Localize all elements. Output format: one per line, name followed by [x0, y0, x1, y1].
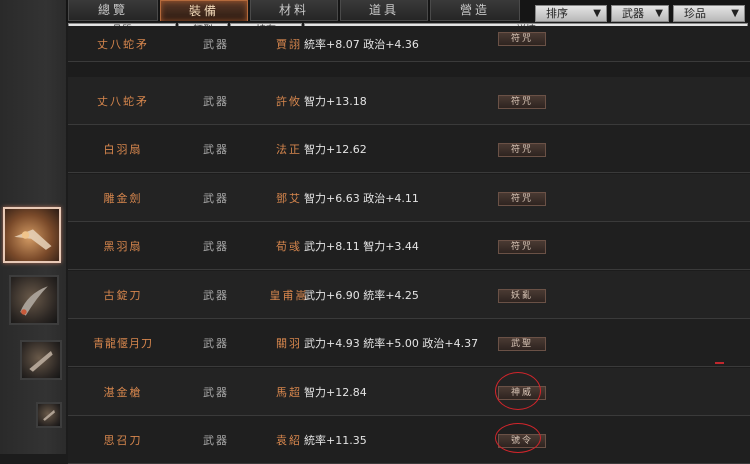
item-detail: 武力+6.90 統率+4.25 [304, 288, 419, 302]
item-detail: 統率+11.35 [304, 433, 367, 447]
blade-icon [29, 351, 53, 372]
item-type: 武器 [203, 94, 229, 108]
table-row[interactable]: 古錠刀 武器 皇甫嵩 武力+6.90 統率+4.25 妖亂 [68, 271, 750, 319]
rarity-filter-label: 珍品 [684, 7, 706, 20]
curved-blade-icon [20, 286, 48, 316]
tab-overview[interactable]: 總覽 [68, 0, 158, 21]
item-type: 武器 [203, 191, 229, 205]
table-row[interactable]: 白羽扇 武器 法正 智力+12.62 符咒 [68, 125, 750, 173]
annotation-mark [715, 362, 724, 364]
highlight-circle [495, 372, 541, 410]
tab-items[interactable]: 道具 [340, 0, 428, 21]
highlight-circle [495, 423, 541, 453]
item-type: 武器 [203, 385, 229, 399]
item-skill-badge: 符咒 [498, 192, 546, 206]
item-detail: 智力+12.62 [304, 142, 367, 156]
item-thumbnail[interactable] [20, 340, 62, 380]
item-name: 丈八蛇矛 [97, 37, 149, 51]
item-skill-badge: 符咒 [498, 143, 546, 157]
item-type: 武器 [203, 336, 229, 350]
chevron-down-icon: ▼ [593, 8, 601, 19]
item-name: 黑羽扇 [103, 239, 143, 253]
item-type: 武器 [203, 239, 229, 253]
item-detail: 武力+8.11 智力+3.44 [304, 239, 419, 253]
chevron-down-icon: ▼ [731, 8, 739, 19]
table-row[interactable]: 雕金劍 武器 鄧艾 智力+6.63 政治+4.11 符咒 [68, 174, 750, 222]
item-name: 湛金槍 [103, 385, 143, 399]
item-detail: 統率+8.07 政治+4.36 [304, 37, 419, 51]
table-row[interactable]: 湛金槍 武器 馬超 智力+12.84 神威 [68, 368, 750, 416]
item-detail: 智力+12.84 [304, 385, 367, 399]
type-filter-label: 武器 [622, 7, 644, 20]
item-name: 雕金劍 [103, 191, 143, 205]
rarity-filter-dropdown[interactable]: 珍品 ▼ [673, 5, 745, 22]
blade-icon-small [43, 409, 55, 421]
spear-tip-icon [14, 229, 52, 250]
table-row[interactable]: 思召刀 武器 袁紹 統率+11.35 號令 [68, 416, 750, 464]
table-row[interactable]: 黑羽扇 武器 荀彧 武力+8.11 智力+3.44 符咒 [68, 222, 750, 270]
table-row[interactable]: 青龍偃月刀 武器 關羽 武力+4.93 統率+5.00 政治+4.37 武聖 [68, 319, 750, 367]
sort-dropdown[interactable]: 排序 ▼ [535, 5, 607, 22]
item-detail: 智力+6.63 政治+4.11 [304, 191, 419, 205]
item-name: 丈八蛇矛 [97, 94, 149, 108]
item-skill-badge: 武聖 [498, 337, 546, 351]
item-name: 思召刀 [103, 433, 143, 447]
table-row[interactable]: 丈八蛇矛 武器 賈詡 統率+8.07 政治+4.36 符咒 [68, 26, 750, 62]
item-type: 武器 [203, 37, 229, 51]
item-detail: 智力+13.18 [304, 94, 367, 108]
item-detail: 武力+4.93 統率+5.00 政治+4.37 [304, 336, 479, 350]
item-skill-badge: 符咒 [498, 95, 546, 109]
tab-equipment[interactable]: 裝備 [160, 0, 248, 21]
item-name: 古錠刀 [103, 288, 143, 302]
item-type: 武器 [203, 433, 229, 447]
table-row[interactable]: 丈八蛇矛 武器 許攸 智力+13.18 符咒 [68, 77, 750, 125]
item-thumbnail[interactable] [36, 402, 62, 428]
item-type: 武器 [203, 142, 229, 156]
item-name: 白羽扇 [103, 142, 143, 156]
tab-construction[interactable]: 營造 [430, 0, 520, 21]
item-thumbnail[interactable] [9, 275, 59, 325]
item-type: 武器 [203, 288, 229, 302]
sort-dropdown-label: 排序 [546, 7, 568, 20]
item-name: 青龍偃月刀 [93, 336, 153, 350]
item-skill-badge: 妖亂 [498, 289, 546, 303]
type-filter-dropdown[interactable]: 武器 ▼ [611, 5, 669, 22]
equipment-table: 丈八蛇矛 武器 賈詡 統率+8.07 政治+4.36 符咒 丈八蛇矛 武器 許攸… [68, 26, 750, 464]
chevron-down-icon: ▼ [655, 8, 663, 19]
item-thumbnail-selected[interactable] [3, 207, 61, 263]
item-skill-badge: 符咒 [498, 240, 546, 254]
item-skill-badge: 符咒 [498, 32, 546, 46]
tab-materials[interactable]: 材料 [250, 0, 338, 21]
